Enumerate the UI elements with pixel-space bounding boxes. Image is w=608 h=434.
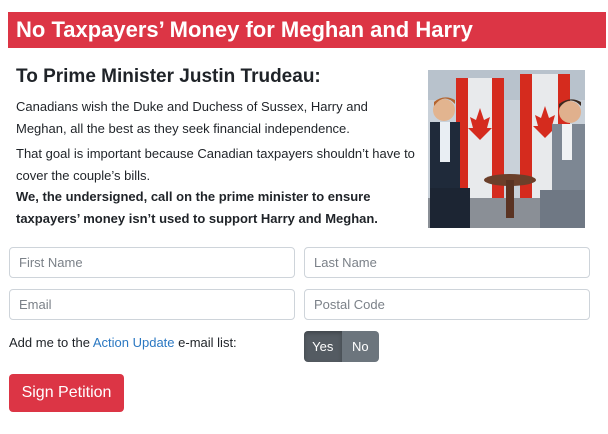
petition-paragraph-1: Canadians wish the Duke and Duchess of S…: [16, 99, 368, 136]
first-name-input[interactable]: [9, 247, 295, 278]
petition-addressee: To Prime Minister Justin Trudeau:: [16, 66, 321, 87]
page-title-banner: No Taxpayers’ Money for Meghan and Harry: [8, 12, 606, 48]
petition-call-to-action: We, the undersigned, call on the prime m…: [16, 189, 378, 226]
petition-paragraph-2: That goal is important because Canadian …: [16, 146, 415, 183]
optin-prefix: Add me to the: [9, 335, 90, 350]
toggle-no-button[interactable]: No: [341, 331, 379, 362]
postal-code-input[interactable]: [304, 289, 590, 320]
last-name-input[interactable]: [304, 247, 590, 278]
email-input[interactable]: [9, 289, 295, 320]
optin-suffix: e-mail list:: [178, 335, 237, 350]
email-list-toggle: Yes No: [304, 331, 379, 362]
email-list-optin-label: Add me to the Action Update e-mail list:: [9, 335, 237, 350]
petition-photo: [428, 70, 585, 228]
toggle-yes-button[interactable]: Yes: [304, 331, 342, 362]
action-update-link[interactable]: Action Update: [93, 335, 175, 350]
sign-petition-button[interactable]: Sign Petition: [9, 374, 124, 412]
